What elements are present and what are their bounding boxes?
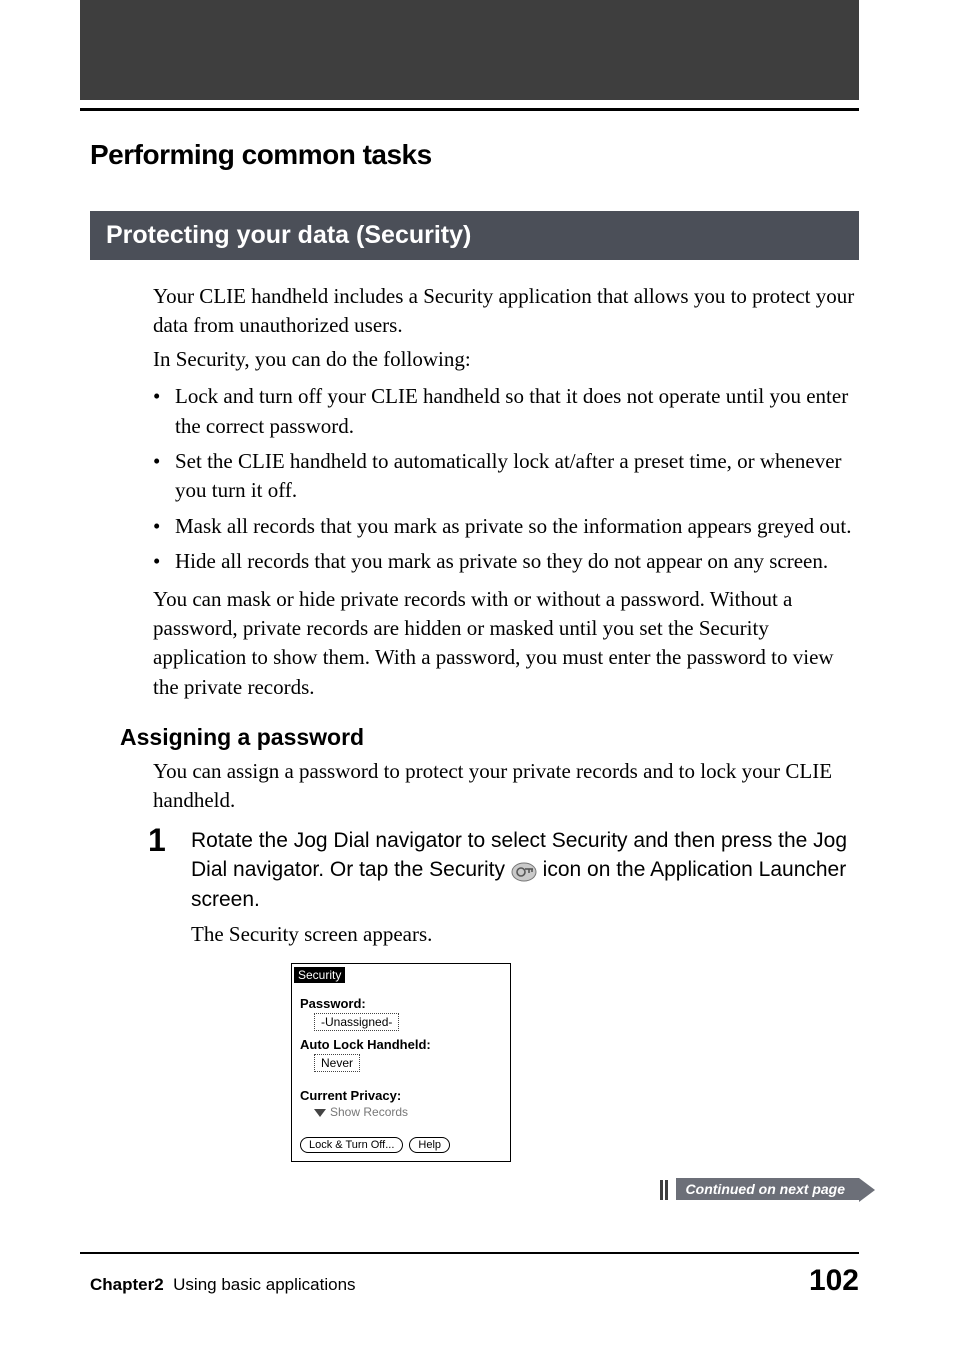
bullet-item: •Hide all records that you mark as priva…: [153, 547, 859, 576]
bullet-item: •Mask all records that you mark as priva…: [153, 512, 859, 541]
security-screen-screenshot: Security Password: -Unassigned- Auto Loc…: [291, 963, 511, 1162]
footer-chapter-number: Chapter2: [90, 1275, 164, 1294]
screenshot-title: Security: [294, 967, 345, 983]
bullet-text: Lock and turn off your CLIE handheld so …: [175, 384, 848, 437]
section-title-bar: Protecting your data (Security): [90, 211, 859, 260]
security-icon: [511, 861, 537, 881]
ribbon-arrow-icon: [859, 1178, 875, 1202]
bullet-item: •Lock and turn off your CLIE handheld so…: [153, 382, 859, 441]
bullet-text: Mask all records that you mark as privat…: [175, 514, 851, 538]
chevron-down-icon: [314, 1109, 326, 1117]
step-instruction: Rotate the Jog Dial navigator to select …: [191, 826, 859, 914]
footer-rule: [80, 1252, 859, 1254]
feature-bullet-list: •Lock and turn off your CLIE handheld so…: [153, 382, 859, 576]
bullet-text: Hide all records that you mark as privat…: [175, 549, 828, 573]
step-number: 1: [148, 822, 166, 859]
header-band: [80, 0, 859, 100]
bullet-item: •Set the CLIE handheld to automatically …: [153, 447, 859, 506]
subsection-heading: Assigning a password: [120, 724, 859, 751]
privacy-dropdown: Show Records: [314, 1105, 502, 1119]
chapter-heading: Performing common tasks: [90, 139, 859, 171]
intro-paragraph-1: Your CLIE handheld includes a Security a…: [153, 282, 859, 341]
header-rule: [80, 108, 859, 111]
step-result: The Security screen appears.: [191, 920, 859, 949]
step-1: 1 Rotate the Jog Dial navigator to selec…: [153, 826, 859, 1163]
autolock-field: Never: [314, 1054, 360, 1072]
footer-chapter-desc: Using basic applications: [173, 1275, 355, 1294]
password-field: -Unassigned-: [314, 1013, 399, 1031]
bullet-text: Set the CLIE handheld to automatically l…: [175, 449, 842, 502]
privacy-value: Show Records: [330, 1105, 408, 1119]
subsection-intro: You can assign a password to protect you…: [153, 757, 859, 816]
continued-label: Continued on next page: [686, 1181, 845, 1197]
continued-ribbon: Continued on next page: [660, 1178, 859, 1200]
footer-chapter: Chapter2 Using basic applications: [90, 1275, 356, 1295]
privacy-label: Current Privacy:: [300, 1088, 502, 1103]
password-label: Password:: [300, 996, 502, 1011]
autolock-label: Auto Lock Handheld:: [300, 1037, 502, 1052]
lock-turnoff-button: Lock & Turn Off...: [300, 1137, 403, 1153]
help-button: Help: [409, 1137, 450, 1153]
after-bullets-paragraph: You can mask or hide private records wit…: [153, 585, 859, 703]
page-number: 102: [809, 1264, 859, 1298]
ribbon-bars-icon: [660, 1180, 670, 1200]
intro-paragraph-2: In Security, you can do the following:: [153, 345, 859, 374]
